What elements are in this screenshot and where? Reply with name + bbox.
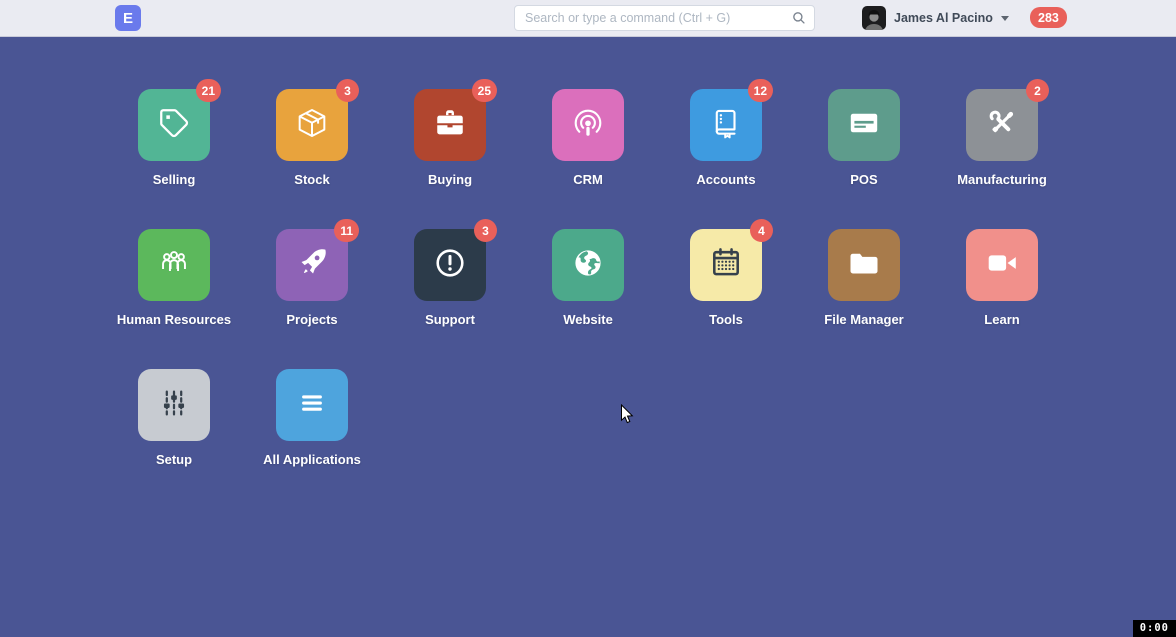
app-label: Learn (984, 312, 1019, 327)
app-tile-stock[interactable]: 3 Stock (243, 89, 381, 229)
app-label: File Manager (824, 312, 903, 327)
app-count-badge: 2 (1026, 79, 1049, 102)
app-tile-support[interactable]: 3 Support (381, 229, 519, 369)
app-logo[interactable]: E (115, 5, 141, 31)
apps-grid: 21 Selling 3 Stock 25 Buying CRM 12 Acco… (0, 89, 1176, 509)
card-icon (846, 105, 882, 146)
search-input[interactable] (515, 11, 788, 25)
app-label: Accounts (696, 172, 755, 187)
app-tile-buying[interactable]: 25 Buying (381, 89, 519, 229)
wrench-screwdriver-icon (984, 105, 1020, 146)
app-label: All Applications (263, 452, 361, 467)
app-tile-setup[interactable]: Setup (105, 369, 243, 509)
app-label: Setup (156, 452, 192, 467)
app-label: Manufacturing (957, 172, 1047, 187)
global-search (514, 5, 815, 31)
app-label: Tools (709, 312, 743, 327)
notification-count-badge[interactable]: 283 (1030, 7, 1067, 28)
menu-icon (294, 385, 330, 426)
app-tile-projects[interactable]: 11 Projects (243, 229, 381, 369)
broadcast-person-icon (570, 105, 606, 146)
app-tile-crm[interactable]: CRM (519, 89, 657, 229)
user-name: James Al Pacino (894, 11, 993, 25)
app-label: Buying (428, 172, 472, 187)
app-tile-learn[interactable]: Learn (933, 229, 1071, 369)
user-avatar (862, 6, 886, 30)
video-camera-icon (983, 244, 1021, 287)
box-icon (295, 106, 329, 145)
app-count-badge: 25 (472, 79, 497, 102)
people-icon (156, 245, 192, 286)
folder-icon (846, 245, 882, 286)
top-navbar: E James Al Pacino 283 (0, 0, 1176, 37)
app-tile-accounts[interactable]: 12 Accounts (657, 89, 795, 229)
ledger-book-icon (709, 106, 743, 145)
app-tile-pos[interactable]: POS (795, 89, 933, 229)
briefcase-icon (433, 106, 467, 145)
app-tile-selling[interactable]: 21 Selling (105, 89, 243, 229)
alert-circle-icon (432, 245, 468, 286)
rocket-icon (294, 245, 330, 286)
app-count-badge: 11 (334, 219, 359, 242)
app-label: Stock (294, 172, 329, 187)
recording-timer: 0:00 (1133, 620, 1176, 637)
app-count-badge: 4 (750, 219, 773, 242)
app-count-badge: 3 (336, 79, 359, 102)
app-tile-website[interactable]: Website (519, 229, 657, 369)
app-tile-human-resources[interactable]: Human Resources (105, 229, 243, 369)
app-label: Website (563, 312, 613, 327)
app-tile-all-applications[interactable]: All Applications (243, 369, 381, 509)
app-label: POS (850, 172, 877, 187)
app-label: CRM (573, 172, 603, 187)
globe-icon (570, 245, 606, 286)
chevron-down-icon (1001, 16, 1009, 21)
app-label: Human Resources (117, 312, 231, 327)
app-label: Selling (153, 172, 196, 187)
app-tile-tools[interactable]: 4 Tools (657, 229, 795, 369)
app-tile-manufacturing[interactable]: 2 Manufacturing (933, 89, 1071, 229)
search-icon[interactable] (788, 7, 810, 29)
app-tile-file-manager[interactable]: File Manager (795, 229, 933, 369)
calendar-icon (708, 245, 744, 286)
user-menu[interactable]: James Al Pacino (862, 6, 1009, 30)
tag-icon (157, 106, 191, 145)
sliders-icon (156, 385, 192, 426)
app-label: Projects (286, 312, 337, 327)
app-count-badge: 12 (748, 79, 773, 102)
app-count-badge: 3 (474, 219, 497, 242)
app-label: Support (425, 312, 475, 327)
app-count-badge: 21 (196, 79, 221, 102)
